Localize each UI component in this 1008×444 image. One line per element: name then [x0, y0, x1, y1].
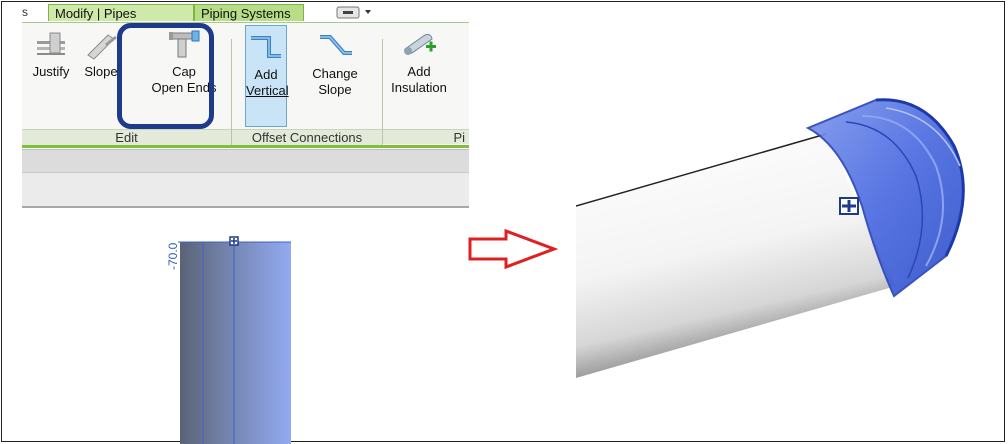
ribbon-tab-bar: s Modify | Pipes Piping Systems [22, 3, 469, 22]
ribbon: s Modify | Pipes Piping Systems Justify [22, 3, 469, 208]
add-vertical-button[interactable]: Add Vertical [245, 25, 289, 127]
panel-dropdown-icon[interactable] [335, 6, 375, 19]
ribbon-panel: Justify Slope Cap Open Ends Add Vertical… [22, 22, 469, 147]
options-bar [22, 149, 469, 173]
slope-button[interactable]: Slope [80, 27, 122, 80]
justify-icon [37, 32, 65, 55]
tab-separator: s [22, 5, 28, 19]
change-slope-icon [320, 35, 352, 55]
change-slope-button[interactable]: Change Slope [306, 27, 364, 98]
pipe-plan-drawing [178, 236, 291, 444]
group-piping-label: Pi [383, 129, 469, 145]
cap-open-ends-highlight [117, 23, 214, 129]
group-offset-connections-label: Offset Connections [232, 129, 382, 145]
right-arrow-icon [468, 229, 558, 269]
justify-button[interactable]: Justify [30, 27, 72, 80]
add-vertical-icon [251, 36, 281, 58]
dimension-label: -70.0 [166, 242, 180, 270]
pipe-plan-view: -70.0 [160, 220, 300, 444]
add-insulation-button[interactable]: Add Insulation [386, 27, 452, 96]
group-edit-label: Edit [22, 129, 231, 145]
pipe-3d-view [576, 98, 965, 378]
tab-piping-systems[interactable]: Piping Systems [194, 4, 304, 21]
slope-icon [87, 34, 117, 60]
properties-bar [22, 173, 469, 208]
add-insulation-icon [404, 34, 436, 55]
tab-modify-pipes[interactable]: Modify | Pipes [48, 4, 194, 21]
ribbon-bottom-border [22, 145, 469, 148]
